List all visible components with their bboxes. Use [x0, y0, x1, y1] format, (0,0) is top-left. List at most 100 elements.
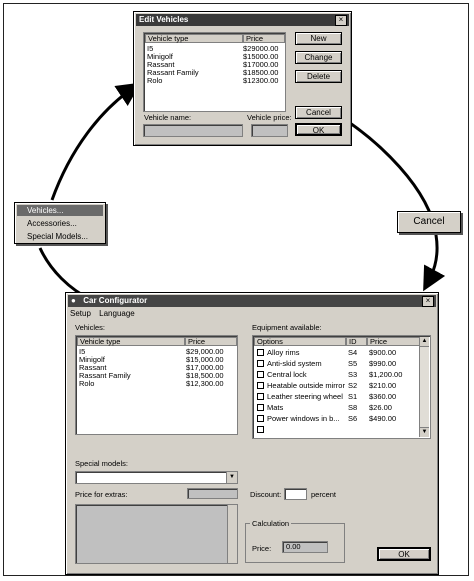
- close-icon[interactable]: ×: [422, 296, 434, 307]
- option-price: $900.00: [369, 348, 397, 357]
- delete-button[interactable]: Delete: [295, 70, 342, 83]
- textarea-scrollbar[interactable]: [227, 505, 237, 563]
- discount-input[interactable]: [284, 488, 307, 500]
- equipment-label: Equipment available:: [252, 323, 322, 332]
- column-header-price[interactable]: Price: [367, 337, 421, 346]
- vehicles-list[interactable]: Vehicle type Price I5 $29,000.00 Minigolf…: [75, 335, 238, 435]
- vehicle-type: Rolo: [79, 379, 95, 388]
- list-item-partial[interactable]: [254, 425, 421, 434]
- column-header-options[interactable]: Options: [254, 337, 346, 346]
- menu-item-special-models[interactable]: Special Models...: [17, 231, 103, 242]
- vehicle-price-field[interactable]: [251, 124, 288, 137]
- column-header-vehicle-type[interactable]: Vehicle type: [145, 34, 243, 43]
- vehicle-price: $12300.00: [243, 76, 279, 85]
- chevron-down-icon[interactable]: ▼: [226, 472, 237, 483]
- option-price: $210.00: [369, 381, 397, 390]
- configurator-window: ● Car Configurator × Setup Language Vehi…: [65, 292, 439, 575]
- special-models-dropdown[interactable]: ▼: [75, 471, 238, 484]
- configurator-titlebar: ● Car Configurator ×: [68, 295, 436, 307]
- calculation-label: Calculation: [250, 519, 292, 528]
- edit-vehicles-window: Edit Vehicles × Vehicle type Price I5 $29…: [133, 11, 352, 146]
- column-header-price[interactable]: Price: [243, 34, 285, 43]
- vehicle-name-field[interactable]: [143, 124, 243, 137]
- price-extras-field: [187, 488, 238, 499]
- calculation-group: Calculation Price: 0.00: [245, 519, 345, 563]
- scroll-up-icon[interactable]: ▲: [420, 337, 429, 347]
- checkbox[interactable]: [257, 382, 264, 389]
- list-item[interactable]: Leather steering wheel S1 $360.00: [254, 392, 421, 401]
- option-id: S3: [348, 370, 358, 379]
- vehicle-rows: I5 $29,000.00 Minigolf $15,000.00 Rassant $…: [79, 347, 235, 432]
- option-name: Leather steering wheel: [267, 392, 343, 401]
- price-extras-label: Price for extras:: [75, 490, 128, 499]
- list-item[interactable]: Power windows in b... S6 $490.00: [254, 414, 421, 423]
- option-id: S4: [348, 348, 358, 357]
- option-id: S1: [348, 392, 358, 401]
- list-rows: I5 $29000.00 Minigolf $15000.00 Rassant $17…: [147, 44, 283, 109]
- price-value: 0.00: [286, 542, 301, 551]
- option-name: Anti-skid system: [267, 359, 322, 368]
- checkbox[interactable]: [257, 349, 264, 356]
- option-id: S2: [348, 381, 358, 390]
- list-item[interactable]: Central lock S3 $1,200.00: [254, 370, 421, 379]
- vehicle-list[interactable]: Vehicle type Price I5 $29000.00 Minigolf $…: [143, 32, 286, 112]
- checkbox[interactable]: [257, 404, 264, 411]
- menu-setup[interactable]: Setup: [70, 309, 91, 318]
- discount-label: Discount:: [250, 490, 282, 499]
- price-field: 0.00: [282, 541, 328, 553]
- vehicle-type: Rolo: [147, 76, 163, 85]
- option-name: Heatable outside mirror: [267, 381, 345, 390]
- list-item[interactable]: Alloy rims S4 $900.00: [254, 348, 421, 357]
- list-item[interactable]: Anti-skid system S5 $990.00: [254, 359, 421, 368]
- equipment-list[interactable]: Options ID Price Alloy rims S4 $900.00 Ant…: [252, 335, 431, 439]
- option-name: Power windows in b...: [267, 414, 340, 423]
- vehicle-name-label: Vehicle name:: [144, 113, 192, 122]
- new-button[interactable]: New: [295, 32, 342, 45]
- checkbox[interactable]: [257, 393, 264, 400]
- extras-textarea[interactable]: [75, 504, 238, 564]
- ok-button[interactable]: OK: [295, 123, 342, 136]
- equipment-rows: Alloy rims S4 $900.00 Anti-skid system S5 $9…: [254, 348, 421, 436]
- option-id: S5: [348, 359, 358, 368]
- list-item[interactable]: Heatable outside mirror S2 $210.00: [254, 381, 421, 390]
- list-item[interactable]: Rolo $12,300.00: [79, 379, 235, 388]
- column-header-id[interactable]: ID: [346, 337, 367, 346]
- option-id: S6: [348, 414, 358, 423]
- list-item[interactable]: Mats S8 $26.00: [254, 403, 421, 412]
- checkbox[interactable]: [257, 371, 264, 378]
- edit-vehicles-title: Edit Vehicles: [139, 15, 189, 24]
- column-header-vehicle-type[interactable]: Vehicle type: [77, 337, 185, 346]
- option-price: $490.00: [369, 414, 397, 423]
- menu-item-accessories[interactable]: Accessories...: [17, 218, 103, 229]
- cancel-button[interactable]: Cancel: [295, 106, 342, 119]
- vehicle-price-label: Vehicle price:: [247, 113, 292, 122]
- option-price: $990.00: [369, 359, 397, 368]
- checkbox[interactable]: [257, 415, 264, 422]
- car-icon: ●: [71, 296, 76, 305]
- close-icon[interactable]: ×: [335, 15, 347, 26]
- list-item[interactable]: Rolo $12300.00: [147, 76, 283, 85]
- option-id: S8: [348, 403, 358, 412]
- checkbox[interactable]: [257, 426, 264, 433]
- cancel-callout-button[interactable]: Cancel: [397, 211, 461, 233]
- vehicles-label: Vehicles:: [75, 323, 106, 332]
- percent-label: percent: [311, 490, 337, 499]
- price-label: Price:: [252, 544, 272, 553]
- scroll-down-icon[interactable]: ▼: [420, 427, 429, 437]
- edit-vehicles-titlebar: Edit Vehicles ×: [136, 14, 349, 26]
- equipment-scrollbar[interactable]: ▲ ▼: [419, 337, 429, 437]
- menu-item-vehicles[interactable]: Vehicles...: [17, 205, 103, 216]
- checkbox[interactable]: [257, 360, 264, 367]
- popup-menu: Vehicles... Accessories... Special Model…: [14, 202, 106, 244]
- option-name: Mats: [267, 403, 284, 412]
- option-price: $26.00: [369, 403, 392, 412]
- option-price: $1,200.00: [369, 370, 403, 379]
- change-button[interactable]: Change: [295, 51, 342, 64]
- ok-button[interactable]: OK: [377, 547, 431, 561]
- column-header-price[interactable]: Price: [185, 337, 237, 346]
- arrow-to-edit-window: [50, 82, 141, 201]
- option-price: $360.00: [369, 392, 397, 401]
- option-name: Central lock: [267, 370, 307, 379]
- menu-language[interactable]: Language: [99, 309, 135, 318]
- configurator-title: Car Configurator: [83, 296, 148, 305]
